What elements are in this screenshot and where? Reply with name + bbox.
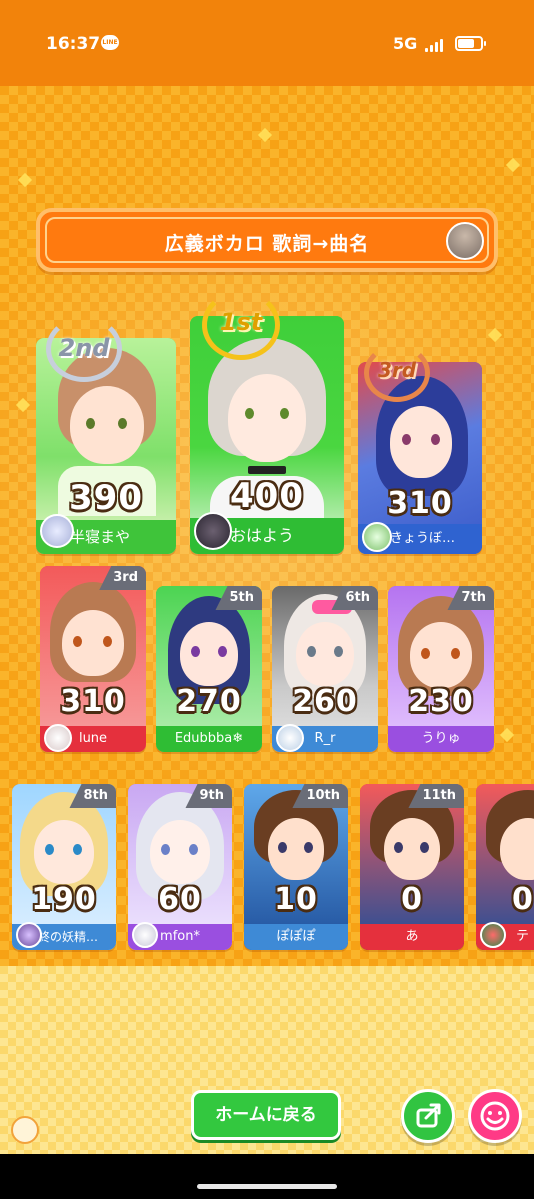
- rank-card[interactable]: 7th 230 うりゅ: [388, 586, 494, 752]
- system-navigation-bar: [0, 1154, 534, 1199]
- player-avatar: [194, 512, 232, 550]
- score: 230: [408, 684, 474, 719]
- score: 270: [176, 684, 242, 719]
- battery-icon: [455, 36, 486, 51]
- silver-laurel-badge: 2nd: [46, 316, 122, 382]
- rank-card[interactable]: 6th 260 R_r: [272, 586, 378, 752]
- player-avatar: [132, 922, 158, 948]
- score: 400: [230, 476, 304, 516]
- quiz-title: 広義ボカロ 歌詞→曲名: [164, 233, 370, 255]
- player-avatar: [44, 724, 72, 752]
- player-avatar: [276, 724, 304, 752]
- rank-card[interactable]: 0 テ: [476, 784, 534, 950]
- player-avatar: [16, 922, 42, 948]
- home-gesture-handle[interactable]: [197, 1184, 337, 1189]
- rank-card[interactable]: 3rd 310 lune: [40, 566, 146, 752]
- player-name: うりゅ: [388, 726, 494, 752]
- rank-card[interactable]: 11th 0 あ: [360, 784, 464, 950]
- share-button[interactable]: [401, 1089, 455, 1143]
- signal-icon: [425, 38, 447, 52]
- rank-card[interactable]: 10th 10 ぽぽぽ: [244, 784, 348, 950]
- player-name: Edubbba❄: [156, 726, 262, 752]
- score: 0: [401, 882, 423, 917]
- host-avatar[interactable]: [446, 222, 484, 260]
- share-icon: [416, 1103, 441, 1128]
- status-time: 16:37: [46, 34, 101, 54]
- rank-card[interactable]: 8th 190 終の妖精…: [12, 784, 116, 950]
- score: 190: [31, 882, 97, 917]
- score: 260: [292, 684, 358, 719]
- score: 390: [69, 478, 143, 518]
- rank-card[interactable]: 9th 60 mfon*: [128, 784, 232, 950]
- score: 60: [158, 882, 202, 917]
- player-avatar: [480, 922, 506, 948]
- smile-icon: [480, 1101, 510, 1131]
- rank-card[interactable]: 5th 270 Edubbba❄: [156, 586, 262, 752]
- score: 310: [60, 684, 126, 719]
- home-button[interactable]: ホームに戻る: [191, 1090, 341, 1140]
- network-type: 5G: [393, 34, 418, 53]
- bronze-laurel-badge: 3rd: [364, 344, 430, 402]
- connection-icon[interactable]: [11, 1116, 39, 1144]
- line-app-icon: LINE: [101, 35, 119, 50]
- player-name: ぽぽぽ: [244, 924, 348, 950]
- player-avatar: [362, 522, 392, 552]
- gold-laurel-badge: 1st: [202, 290, 280, 360]
- status-bar: 16:37 LINE 5G: [0, 0, 534, 86]
- player-avatar: [40, 514, 74, 548]
- ranking-screen: 16:37 LINE 5G 広義ボカロ 歌詞→曲名 390 半寝まや 2nd 4…: [0, 0, 534, 1199]
- score: 310: [387, 486, 453, 521]
- player-name: あ: [360, 924, 464, 950]
- quiz-title-banner: 広義ボカロ 歌詞→曲名: [36, 208, 498, 272]
- emote-button[interactable]: [468, 1089, 522, 1143]
- score: 0: [512, 882, 534, 917]
- score: 10: [274, 882, 318, 917]
